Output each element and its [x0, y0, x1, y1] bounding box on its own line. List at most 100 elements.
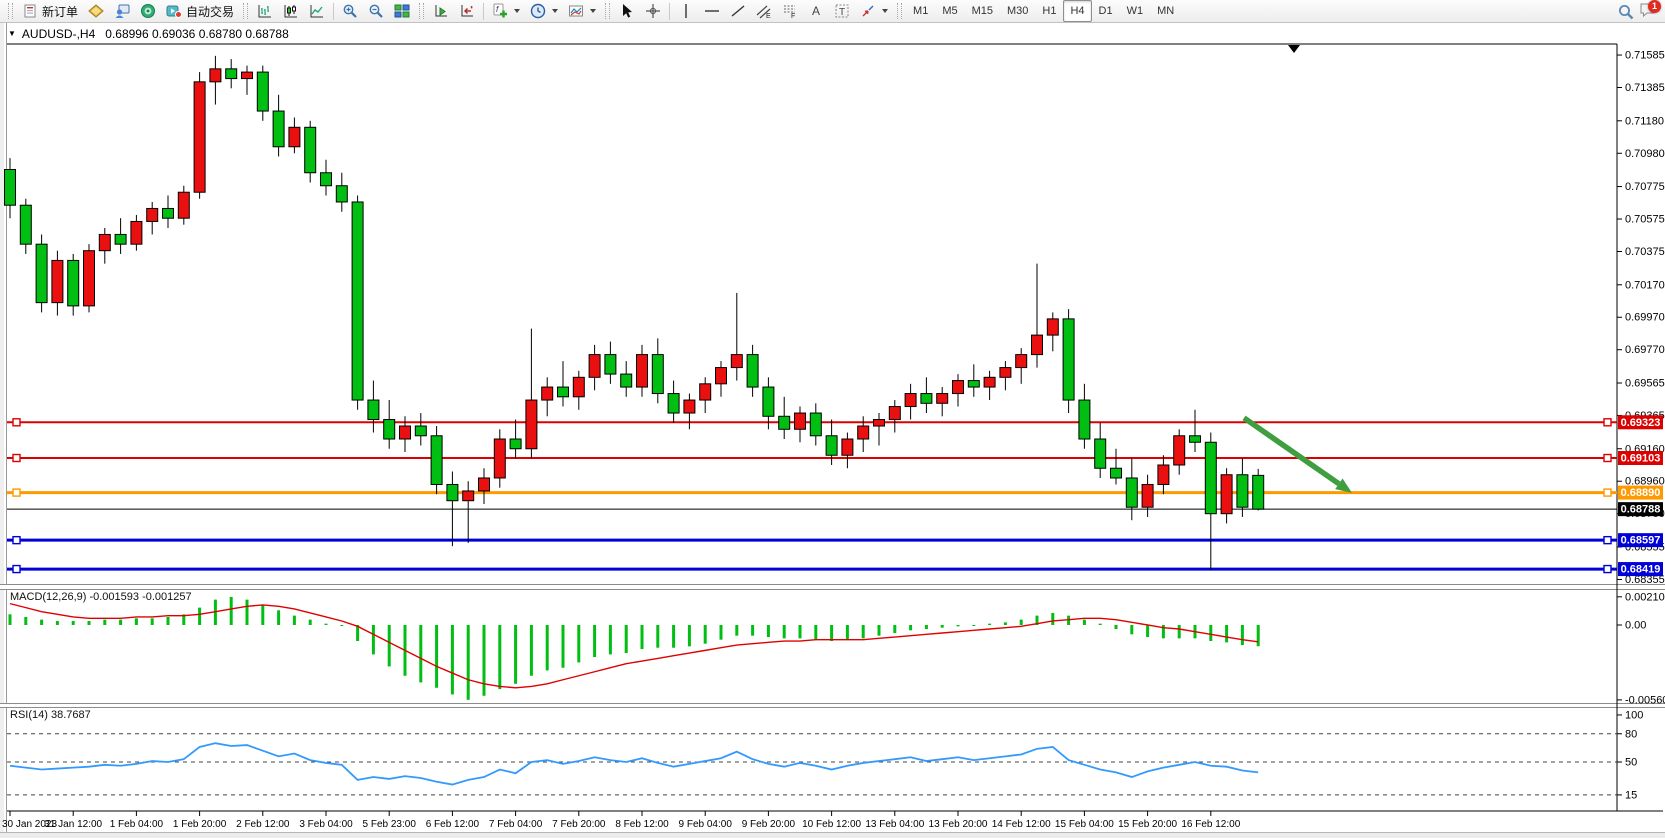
- candle-body: [194, 82, 205, 192]
- candle-body: [763, 387, 774, 416]
- candle-body: [463, 491, 474, 501]
- hline-handle[interactable]: [13, 455, 20, 462]
- time-tick-label: 8 Feb 12:00: [615, 819, 669, 830]
- candle-body: [242, 72, 253, 78]
- chart-canvas[interactable]: 0.715850.713850.711800.709800.707750.705…: [0, 0, 1665, 838]
- macd-histogram-bar: [340, 625, 343, 626]
- candle-body: [431, 436, 442, 485]
- macd-histogram-bar: [419, 625, 422, 682]
- candle-body: [1158, 465, 1169, 484]
- macd-indicator-label: MACD(12,26,9) -0.001593 -0.001257: [10, 591, 192, 603]
- macd-tick-label: -0.005607: [1625, 694, 1665, 706]
- macd-histogram-bar: [277, 610, 280, 625]
- macd-histogram-bar: [1241, 625, 1244, 645]
- candle-body: [1190, 436, 1201, 442]
- hline-price-label-text: 0.69103: [1621, 453, 1661, 465]
- macd-histogram-bar: [167, 617, 170, 625]
- candle-body: [336, 186, 347, 202]
- macd-histogram-bar: [799, 625, 802, 638]
- macd-histogram-bar: [862, 625, 865, 638]
- candle-body: [368, 400, 379, 419]
- candle-body: [1047, 319, 1058, 335]
- macd-histogram-bar: [498, 625, 501, 689]
- candle-body: [842, 439, 853, 455]
- rsi-indicator-label: RSI(14) 38.7687: [10, 709, 91, 721]
- chart-shift-marker[interactable]: [1288, 45, 1300, 53]
- candle-body: [668, 394, 679, 413]
- candle-body: [1237, 475, 1248, 507]
- hline-handle[interactable]: [13, 566, 20, 573]
- candle-body: [652, 355, 663, 394]
- hline-handle[interactable]: [13, 489, 20, 496]
- rsi-line: [10, 743, 1258, 784]
- macd-histogram-bar: [830, 625, 833, 641]
- candle-body: [36, 244, 47, 302]
- time-tick-label: 3 Feb 04:00: [299, 819, 353, 830]
- price-tick-label: 0.69970: [1625, 312, 1665, 324]
- candle-body: [810, 413, 821, 436]
- time-tick-label: 1 Feb 20:00: [173, 819, 227, 830]
- time-tick-label: 1 Feb 04:00: [110, 819, 164, 830]
- price-tick-label: 0.70170: [1625, 279, 1665, 291]
- time-tick-label: 13 Feb 20:00: [929, 819, 988, 830]
- candle-body: [131, 221, 142, 244]
- hline-handle[interactable]: [1604, 455, 1611, 462]
- hline-handle[interactable]: [13, 537, 20, 544]
- price-tick-label: 0.69565: [1625, 378, 1665, 390]
- macd-histogram-bar: [814, 625, 817, 640]
- macd-histogram-bar: [562, 625, 565, 668]
- macd-histogram-bar: [514, 625, 517, 684]
- hline-price-label-text: 0.69323: [1621, 417, 1661, 429]
- horizontal-lines-layer[interactable]: [7, 419, 1617, 573]
- candle-body: [479, 478, 490, 491]
- macd-histogram-bar: [388, 625, 391, 666]
- time-tick-label: 6 Feb 12:00: [426, 819, 480, 830]
- candle-body: [1221, 475, 1232, 514]
- candle-body: [542, 387, 553, 400]
- hline-handle[interactable]: [1604, 489, 1611, 496]
- time-tick-label: 10 Feb 12:00: [802, 819, 861, 830]
- candle-body: [1063, 319, 1074, 400]
- candle-body: [858, 426, 869, 439]
- macd-histogram-bar: [767, 625, 770, 637]
- macd-histogram-bar: [88, 621, 91, 625]
- hline-handle[interactable]: [1604, 537, 1611, 544]
- macd-histogram-bar: [1146, 625, 1149, 637]
- candle-body: [5, 170, 16, 206]
- price-tick-label: 0.69770: [1625, 344, 1665, 356]
- time-tick-label: 14 Feb 12:00: [992, 819, 1051, 830]
- hline-handle[interactable]: [13, 419, 20, 426]
- macd-histogram-bar: [483, 625, 486, 696]
- macd-histogram-bar: [1130, 625, 1133, 634]
- candle-body: [68, 260, 79, 305]
- candle-body: [1095, 439, 1106, 468]
- candle-body: [1111, 468, 1122, 478]
- candle-body: [352, 202, 363, 400]
- time-axis[interactable]: 30 Jan 202331 Jan 12:001 Feb 04:001 Feb …: [2, 811, 1241, 830]
- candle-body: [1253, 475, 1264, 509]
- macd-histogram-bar: [246, 600, 249, 625]
- macd-histogram-bar: [198, 608, 201, 625]
- price-tick-label: 0.71385: [1625, 82, 1665, 94]
- candle-body: [289, 127, 300, 146]
- hline-price-label-text: 0.68597: [1621, 535, 1661, 547]
- time-tick-label: 7 Feb 04:00: [489, 819, 543, 830]
- candle-body: [210, 69, 221, 82]
- rsi-tick-label: 80: [1625, 728, 1637, 740]
- macd-histogram-bar: [609, 625, 612, 654]
- macd-histogram-bar: [751, 625, 754, 636]
- macd-histogram-bar: [893, 625, 896, 633]
- candle-body: [921, 394, 932, 404]
- macd-histogram-bar: [1257, 625, 1260, 646]
- hline-price-label-text: 0.68890: [1621, 487, 1661, 499]
- time-tick-label: 7 Feb 20:00: [552, 819, 606, 830]
- macd-histogram-bar: [546, 625, 549, 670]
- macd-histogram-bar: [783, 625, 786, 638]
- candle-body: [115, 234, 126, 244]
- candle-body: [526, 400, 537, 449]
- bid-price-label-text: 0.68788: [1621, 504, 1661, 516]
- macd-histogram-bar: [372, 625, 375, 654]
- hline-handle[interactable]: [1604, 419, 1611, 426]
- macd-histogram-bar: [625, 625, 628, 653]
- hline-handle[interactable]: [1604, 566, 1611, 573]
